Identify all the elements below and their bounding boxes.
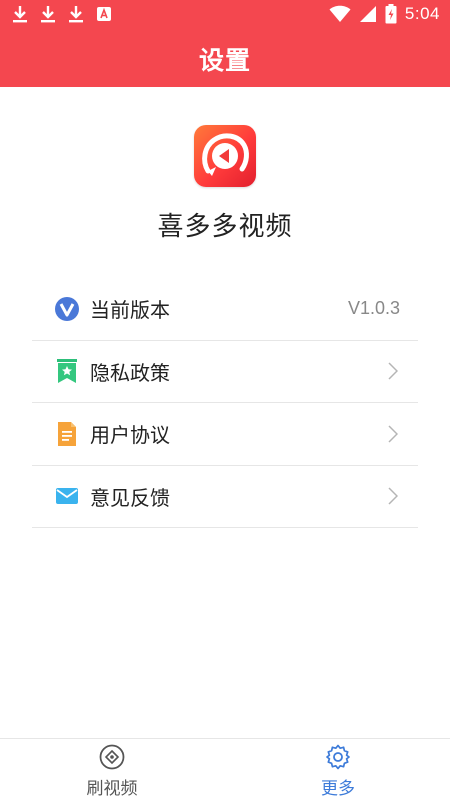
bottom-nav: 刷视频 更多 <box>0 738 450 800</box>
settings-item-version[interactable]: 当前版本 V1.0.3 <box>32 278 418 341</box>
status-bar: 5:04 <box>0 0 450 30</box>
settings-item-label: 用户协议 <box>90 423 170 448</box>
settings-item-privacy[interactable]: 隐私政策 <box>32 341 418 403</box>
settings-item-label: 隐私政策 <box>90 360 170 385</box>
chevron-right-icon <box>388 362 398 380</box>
status-time: 5:04 <box>404 4 440 23</box>
page-title: 设置 <box>198 45 251 75</box>
a-notification-icon <box>97 7 111 21</box>
signal-icon <box>359 6 376 22</box>
gear-icon <box>325 744 351 770</box>
tab-more[interactable]: 更多 <box>278 739 398 800</box>
app-name: 喜多多视频 <box>157 212 293 242</box>
download-icon <box>13 6 27 23</box>
app-logo <box>194 125 256 187</box>
chevron-right-icon <box>388 487 398 505</box>
feedback-mail-icon <box>54 483 80 509</box>
version-value: V1.0.3 <box>347 298 400 319</box>
settings-list: 当前版本 V1.0.3 隐私政策 用户协议 意见反馈 <box>32 278 418 528</box>
status-system: 5:04 <box>329 4 440 24</box>
play-logo-icon <box>202 133 249 176</box>
settings-item-label: 意见反馈 <box>90 485 170 510</box>
chevron-right-icon <box>388 425 398 443</box>
tab-label: 更多 <box>321 779 355 799</box>
battery-icon <box>385 4 397 24</box>
status-notifications <box>12 5 112 23</box>
settings-item-label: 当前版本 <box>90 298 170 323</box>
agreement-document-icon <box>54 421 80 447</box>
play-circle-icon <box>99 744 125 770</box>
download-icon <box>41 6 55 23</box>
version-v-icon <box>54 296 80 322</box>
wifi-icon <box>329 5 351 22</box>
privacy-bookmark-icon <box>54 358 80 384</box>
download-icon <box>69 6 83 23</box>
tab-label: 刷视频 <box>86 779 138 799</box>
tab-videos[interactable]: 刷视频 <box>52 739 172 800</box>
settings-item-agreement[interactable]: 用户协议 <box>32 403 418 466</box>
settings-item-feedback[interactable]: 意见反馈 <box>32 466 418 528</box>
header: 设置 <box>0 30 450 87</box>
